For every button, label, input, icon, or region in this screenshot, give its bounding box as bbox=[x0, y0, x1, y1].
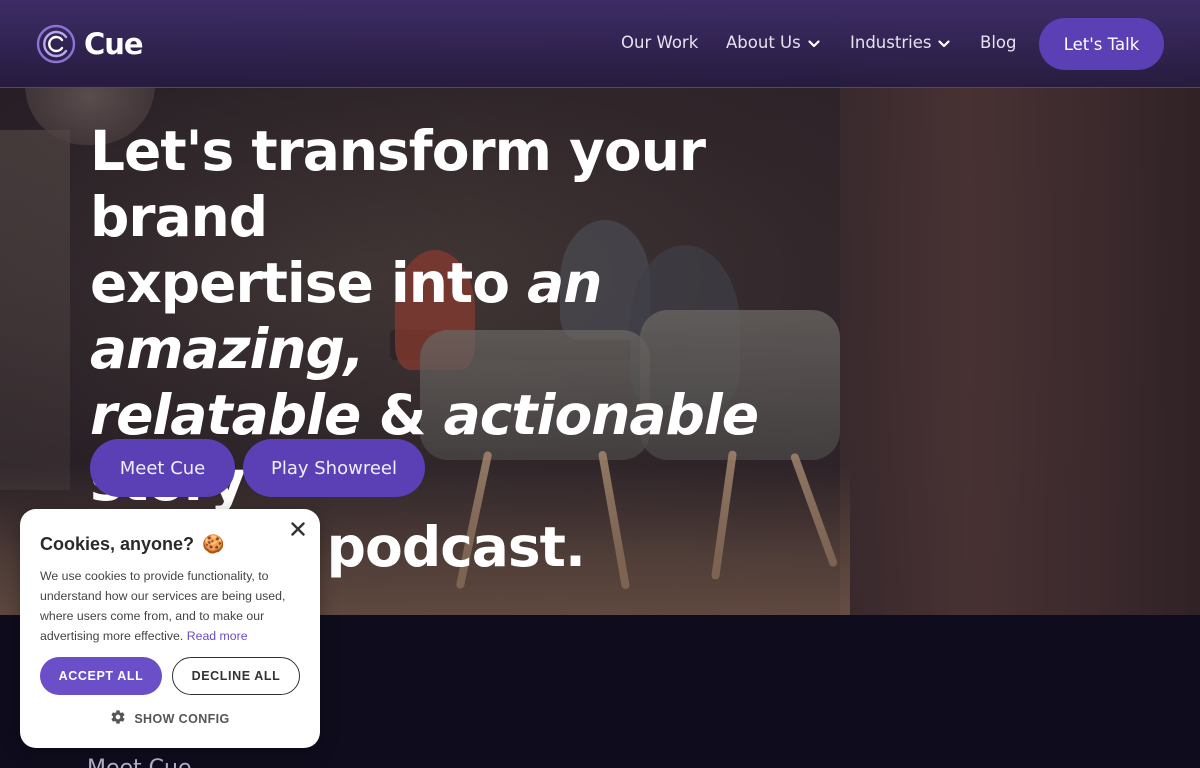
chevron-down-icon bbox=[808, 33, 820, 52]
cookie-title-text: Cookies, anyone? bbox=[40, 534, 195, 554]
play-showreel-button[interactable]: Play Showreel bbox=[243, 439, 425, 497]
lets-talk-button[interactable]: Let's Talk bbox=[1039, 18, 1164, 70]
nav-label: Our Work bbox=[621, 33, 699, 52]
site-header: Cue Our Work About Us Industries Blog Le… bbox=[0, 0, 1200, 88]
nav-industries[interactable]: Industries bbox=[850, 33, 951, 52]
nav-label: About Us bbox=[726, 33, 801, 52]
cookie-body-text: We use cookies to provide functionality,… bbox=[40, 569, 286, 643]
gear-icon bbox=[110, 709, 134, 728]
nav-our-work[interactable]: Our Work bbox=[621, 33, 698, 52]
headline-text: & bbox=[360, 383, 444, 447]
cookie-description: We use cookies to provide functionality,… bbox=[40, 566, 305, 646]
headline-text: Let's transform your brand bbox=[90, 119, 706, 249]
show-config-label: SHOW CONFIG bbox=[134, 711, 230, 726]
read-more-link[interactable]: Read more bbox=[187, 629, 248, 643]
headline-text: expertise into bbox=[90, 251, 528, 315]
cookie-dialog: Cookies, anyone? 🍪 We use cookies to pro… bbox=[20, 509, 320, 748]
logo[interactable]: Cue bbox=[36, 24, 144, 64]
headline-emphasis: relatable bbox=[90, 383, 361, 447]
accept-all-button[interactable]: ACCEPT ALL bbox=[40, 657, 162, 695]
nav-label: Industries bbox=[850, 33, 932, 52]
meet-cue-button[interactable]: Meet Cue bbox=[90, 439, 235, 497]
nav-label: Blog bbox=[980, 33, 1017, 52]
decline-all-button[interactable]: DECLINE ALL bbox=[172, 657, 300, 695]
close-icon[interactable] bbox=[288, 519, 308, 539]
cookie-title: Cookies, anyone? 🍪 bbox=[40, 534, 224, 555]
hero-wall bbox=[840, 0, 1200, 615]
logo-text: Cue bbox=[84, 27, 144, 61]
nav-blog[interactable]: Blog bbox=[980, 33, 1016, 52]
section-heading-peek: Meet Cue bbox=[87, 756, 192, 768]
logo-mark-icon bbox=[36, 24, 76, 64]
headline-emphasis: actionable bbox=[443, 383, 759, 447]
hero-window bbox=[0, 130, 70, 490]
nav-about-us[interactable]: About Us bbox=[726, 33, 820, 52]
chevron-down-icon bbox=[938, 33, 951, 52]
cookie-icon: 🍪 bbox=[202, 534, 225, 554]
show-config-button[interactable]: SHOW CONFIG bbox=[20, 709, 320, 728]
